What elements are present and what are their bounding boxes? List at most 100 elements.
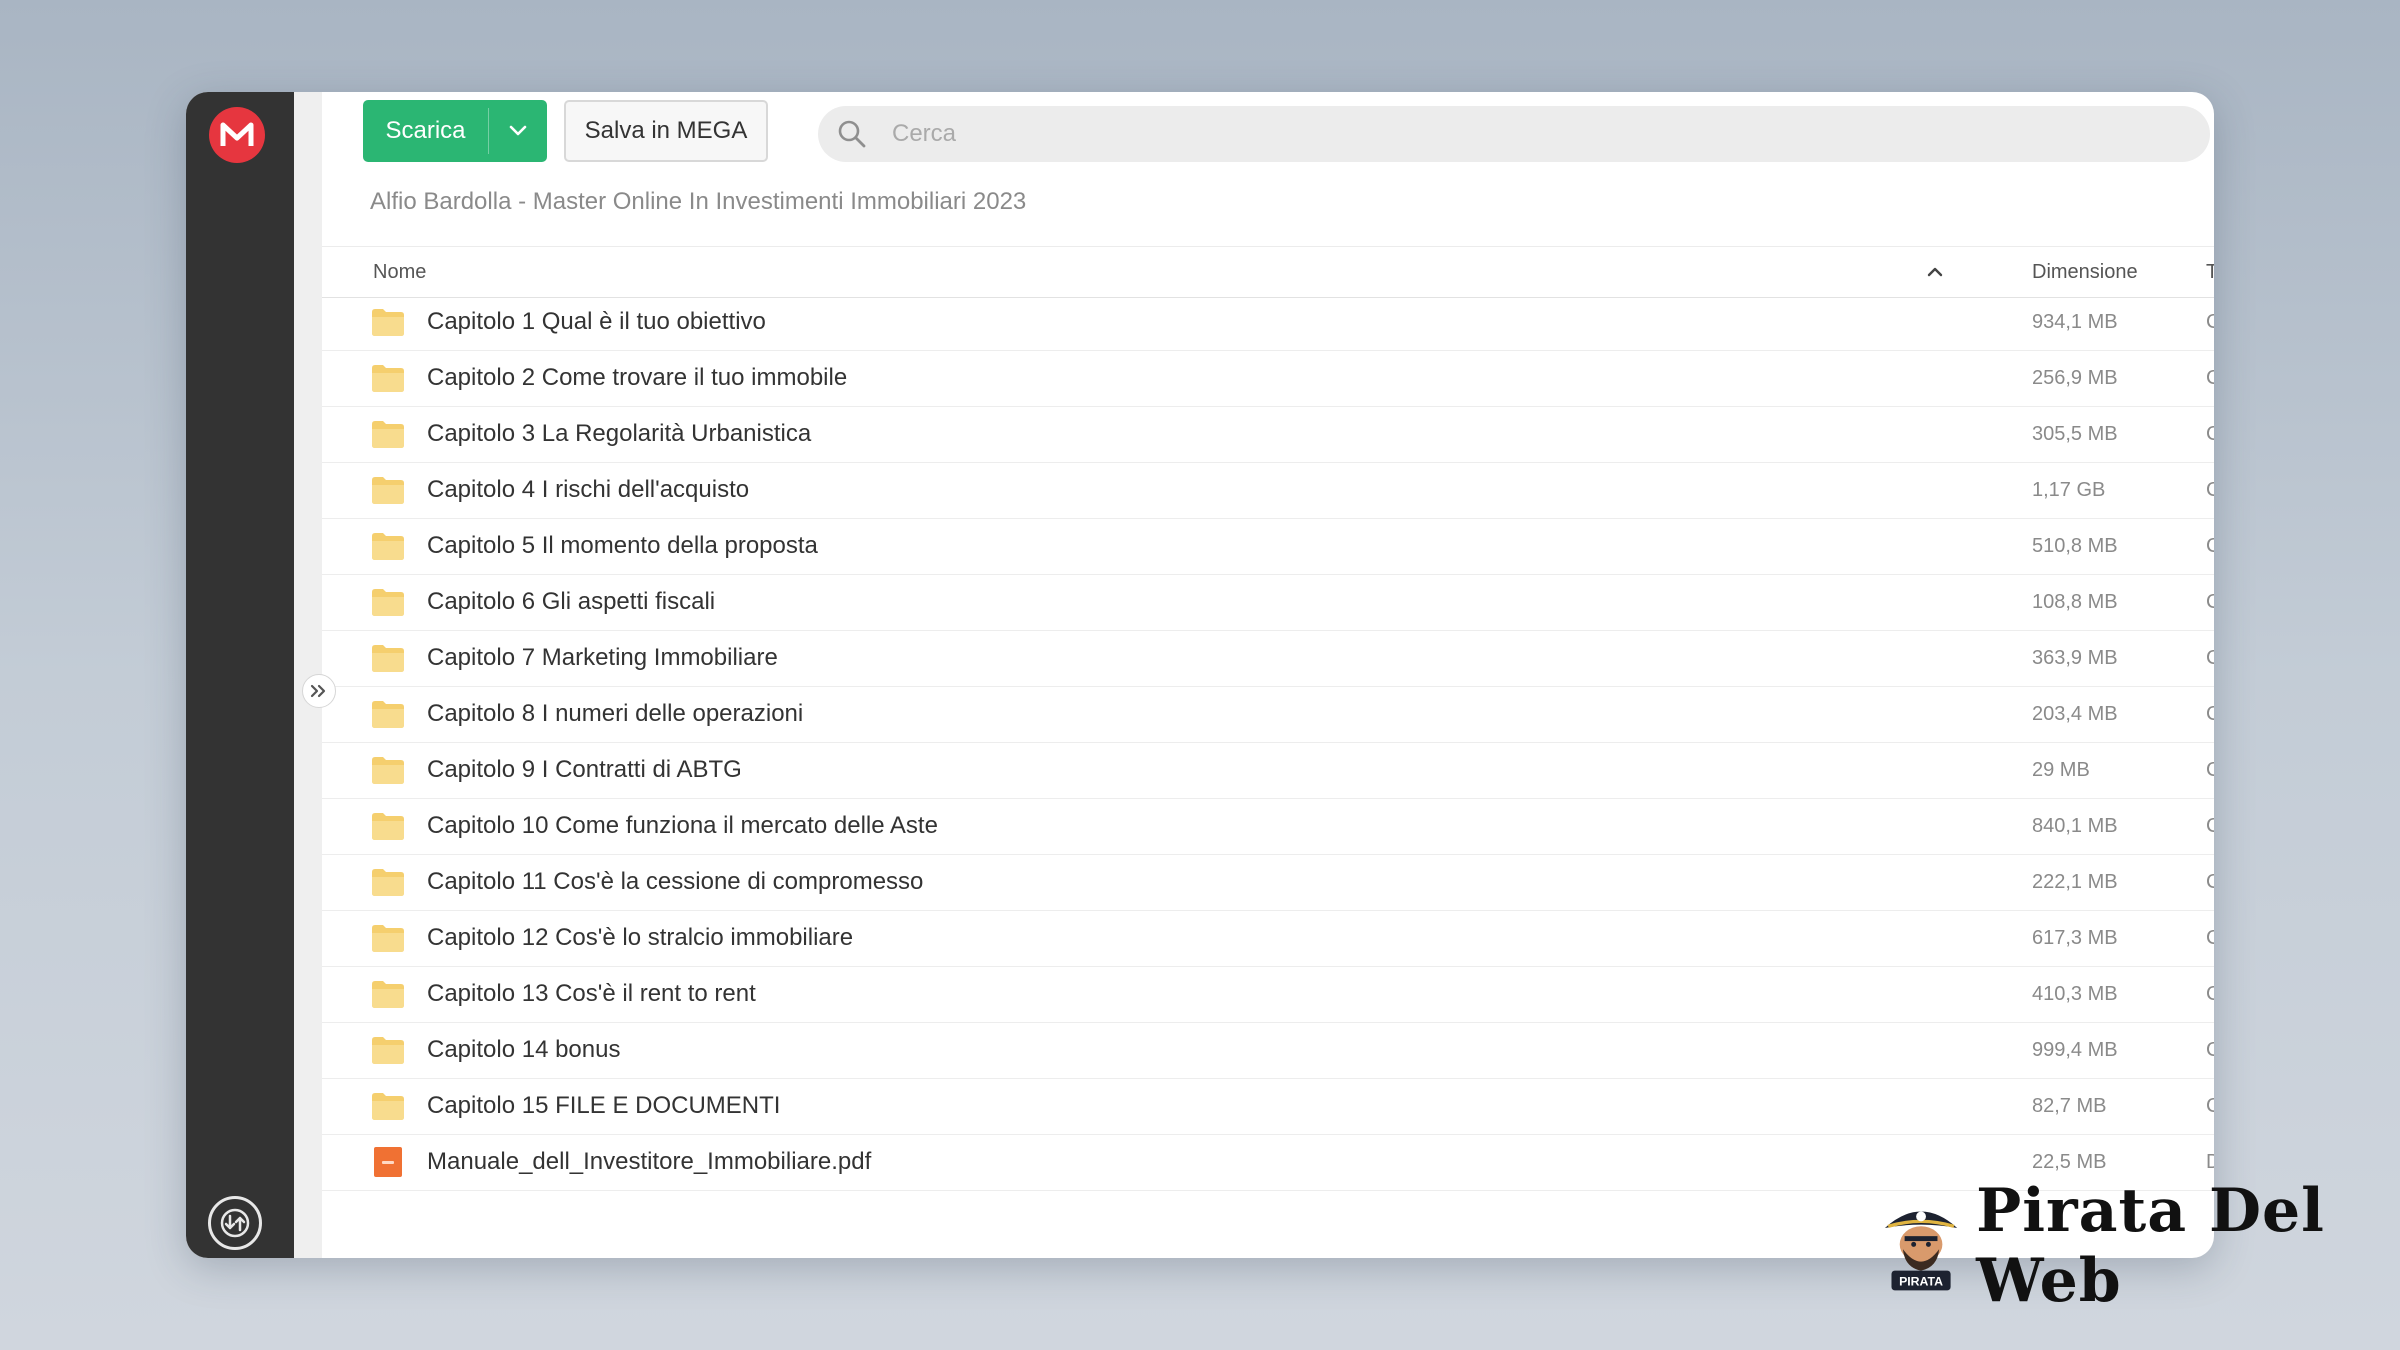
file-row[interactable]: Capitolo 5 Il momento della proposta 510,… <box>322 519 2214 575</box>
folder-icon <box>371 643 405 673</box>
file-size: 617,3 MB <box>2032 927 2118 949</box>
save-to-mega-button[interactable]: Salva in MEGA <box>564 100 768 162</box>
file-row[interactable]: Capitolo 3 La Regolarità Urbanistica 305,… <box>322 407 2214 463</box>
folder-icon <box>371 363 405 393</box>
file-size: 363,9 MB <box>2032 647 2118 669</box>
file-row[interactable]: Capitolo 1 Qual è il tuo obiettivo 934,1 … <box>322 295 2214 351</box>
file-row[interactable]: Capitolo 6 Gli aspetti fiscali 108,8 MB Ca… <box>322 575 2214 631</box>
file-name[interactable]: Capitolo 11 Cos'è la cessione di comprom… <box>427 855 923 909</box>
file-size: 1,17 GB <box>2032 479 2106 501</box>
file-row[interactable]: Capitolo 14 bonus 999,4 MB Cartella <box>322 1023 2214 1079</box>
file-type: Cartella <box>2206 535 2214 557</box>
download-options-dropdown[interactable] <box>489 100 547 162</box>
file-type: Cartella <box>2206 927 2214 949</box>
folder-icon <box>371 531 405 561</box>
search-icon <box>834 116 870 152</box>
column-header-size[interactable]: Dimensione <box>2032 247 2138 297</box>
search-input[interactable] <box>890 119 2094 149</box>
file-row[interactable]: Capitolo 2 Come trovare il tuo immobile 2… <box>322 351 2214 407</box>
table-header: Nome Dimensione Tipo <box>322 246 2214 298</box>
folder-icon <box>371 1091 405 1121</box>
file-name[interactable]: Capitolo 14 bonus <box>427 1023 620 1077</box>
file-row[interactable]: Capitolo 7 Marketing Immobiliare 363,9 MB… <box>322 631 2214 687</box>
folder-icon <box>371 755 405 785</box>
file-row[interactable]: Capitolo 12 Cos'è lo stralcio immobiliar… <box>322 911 2214 967</box>
file-name[interactable]: Capitolo 9 I Contratti di ABTG <box>427 743 742 797</box>
file-name[interactable]: Capitolo 6 Gli aspetti fiscali <box>427 575 715 629</box>
folder-icon <box>371 699 405 729</box>
file-size: 256,9 MB <box>2032 367 2118 389</box>
file-size: 108,8 MB <box>2032 591 2118 613</box>
file-size: 203,4 MB <box>2032 703 2118 725</box>
folder-icon <box>371 587 405 617</box>
file-size: 29 MB <box>2032 759 2090 781</box>
chevron-down-icon <box>509 125 527 136</box>
pirata-del-web-watermark: PIRATA Pirata Del Web <box>1880 1176 2400 1316</box>
mega-logo[interactable] <box>209 107 265 163</box>
file-size: 934,1 MB <box>2032 311 2118 333</box>
file-size: 305,5 MB <box>2032 423 2118 445</box>
file-type: Cartella <box>2206 591 2214 613</box>
file-type: Cartella <box>2206 367 2214 389</box>
file-type: Cartella <box>2206 871 2214 893</box>
file-name[interactable]: Capitolo 2 Come trovare il tuo immobile <box>427 351 847 405</box>
file-name[interactable]: Manuale_dell_Investitore_Immobiliare.pdf <box>427 1135 871 1189</box>
folder-icon <box>371 811 405 841</box>
file-type: Cartella <box>2206 983 2214 1005</box>
folder-icon <box>371 307 405 337</box>
folder-icon <box>371 1035 405 1065</box>
breadcrumb[interactable]: Alfio Bardolla - Master Online In Invest… <box>370 188 1026 216</box>
file-row[interactable]: Capitolo 9 I Contratti di ABTG 29 MB Carte… <box>322 743 2214 799</box>
file-type: Cartella <box>2206 759 2214 781</box>
file-name[interactable]: Capitolo 1 Qual è il tuo obiettivo <box>427 295 766 349</box>
download-button-label[interactable]: Scarica <box>363 100 488 162</box>
sort-ascending-icon[interactable] <box>1922 259 1948 285</box>
file-row[interactable]: Capitolo 4 I rischi dell'acquisto 1,17 GB… <box>322 463 2214 519</box>
file-type: Cartella <box>2206 423 2214 445</box>
file-name[interactable]: Capitolo 12 Cos'è lo stralcio immobiliar… <box>427 911 853 965</box>
pirate-mascot-logo: PIRATA <box>1884 1211 1958 1291</box>
double-chevron-right-icon <box>310 684 326 698</box>
file-type: Cartella <box>2206 479 2214 501</box>
file-row[interactable]: Capitolo 15 FILE E DOCUMENTI 82,7 MB Carte… <box>322 1079 2214 1135</box>
file-name[interactable]: Capitolo 7 Marketing Immobiliare <box>427 631 778 685</box>
file-name[interactable]: Capitolo 3 La Regolarità Urbanistica <box>427 407 811 461</box>
folder-icon <box>371 923 405 953</box>
mega-m-icon <box>220 122 254 146</box>
file-name[interactable]: Capitolo 4 I rischi dell'acquisto <box>427 463 749 517</box>
folder-icon <box>371 419 405 449</box>
file-type: Cartella <box>2206 703 2214 725</box>
file-name[interactable]: Capitolo 15 FILE E DOCUMENTI <box>427 1079 780 1133</box>
file-row[interactable]: Manuale_dell_Investitore_Immobiliare.pdf… <box>322 1135 2214 1191</box>
column-header-name[interactable]: Nome <box>373 247 426 297</box>
pirata-badge-text: PIRATA <box>1899 1274 1943 1288</box>
file-name[interactable]: Capitolo 5 Il momento della proposta <box>427 519 818 573</box>
file-name[interactable]: Capitolo 8 I numeri delle operazioni <box>427 687 803 741</box>
file-size: 999,4 MB <box>2032 1039 2118 1061</box>
expand-panel-button[interactable] <box>302 674 336 708</box>
file-row[interactable]: Capitolo 10 Come funziona il mercato del… <box>322 799 2214 855</box>
file-size: 82,7 MB <box>2032 1095 2107 1117</box>
search-bar[interactable] <box>818 106 2210 162</box>
file-type: Cartella <box>2206 311 2214 333</box>
file-name[interactable]: Capitolo 10 Come funziona il mercato del… <box>427 799 938 853</box>
file-size: 510,8 MB <box>2032 535 2118 557</box>
file-row[interactable]: Capitolo 13 Cos'è il rent to rent 410,3 M… <box>322 967 2214 1023</box>
file-size: 410,3 MB <box>2032 983 2118 1005</box>
folder-icon <box>371 475 405 505</box>
download-button[interactable]: Scarica <box>363 100 547 162</box>
pdf-file-icon <box>371 1147 405 1177</box>
sidebar <box>186 92 294 1258</box>
file-row[interactable]: Capitolo 8 I numeri delle operazioni 203,… <box>322 687 2214 743</box>
folder-icon <box>371 867 405 897</box>
folder-icon <box>371 979 405 1009</box>
file-name[interactable]: Capitolo 13 Cos'è il rent to rent <box>427 967 756 1021</box>
watermark-brand-text: Pirata Del Web <box>1976 1176 2325 1316</box>
transfer-manager-icon[interactable] <box>208 1196 262 1250</box>
file-row[interactable]: Capitolo 11 Cos'è la cessione di comprom… <box>322 855 2214 911</box>
file-list: Capitolo 1 Qual è il tuo obiettivo 934,1 … <box>322 295 2214 1191</box>
file-type: Cartella <box>2206 1039 2214 1061</box>
file-type: Cartella <box>2206 1095 2214 1117</box>
mega-window: Scarica Salva in MEGA Alfio Bardolla - M… <box>186 92 2214 1258</box>
column-header-type[interactable]: Tipo <box>2206 247 2214 297</box>
